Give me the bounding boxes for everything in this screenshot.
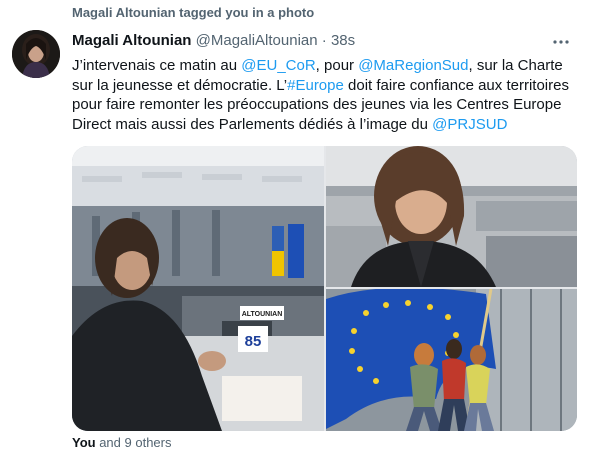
photo-eu-flag[interactable] [326,289,577,431]
avatar-image [12,30,60,78]
user-handle[interactable]: @MagaliAltounian [196,32,318,49]
mention-ma-region-sud[interactable]: @MaRegionSud [358,57,468,74]
hashtag-europe[interactable]: #Europe [287,77,344,94]
social-context[interactable]: Magali Altounian tagged you in a photo [72,5,314,20]
more-button[interactable] [549,30,573,54]
likes-rest: and 9 others [95,435,172,450]
separator-dot: · [321,32,327,49]
tweet-text: J’intervenais ce matin au @EU_CoR, pour … [72,56,572,134]
avatar[interactable] [12,30,60,78]
mention-eu-cor[interactable]: @EU_CoR [241,57,315,74]
timestamp[interactable]: 38s [331,32,355,49]
more-horizontal-icon [553,40,569,44]
text-part: J’intervenais ce matin au [72,57,242,74]
mention-prjsud[interactable]: @PRJSUD [432,116,507,133]
tweet-header: Magali Altounian @MagaliAltounian · 38s [72,32,355,49]
photo-meeting-room[interactable]: ALTOUNIAN 85 [72,146,324,431]
text-part: , pour [315,57,359,74]
photo-selfie[interactable] [326,146,577,287]
likes-lead: You [72,435,96,450]
seat-number: 85 [245,333,262,350]
tagged-by-summary[interactable]: You and 9 others [72,435,171,450]
display-name[interactable]: Magali Altounian [72,32,191,49]
photo-grid: ALTOUNIAN 85 [72,146,577,431]
desk-nameplate: ALTOUNIAN [242,311,283,318]
